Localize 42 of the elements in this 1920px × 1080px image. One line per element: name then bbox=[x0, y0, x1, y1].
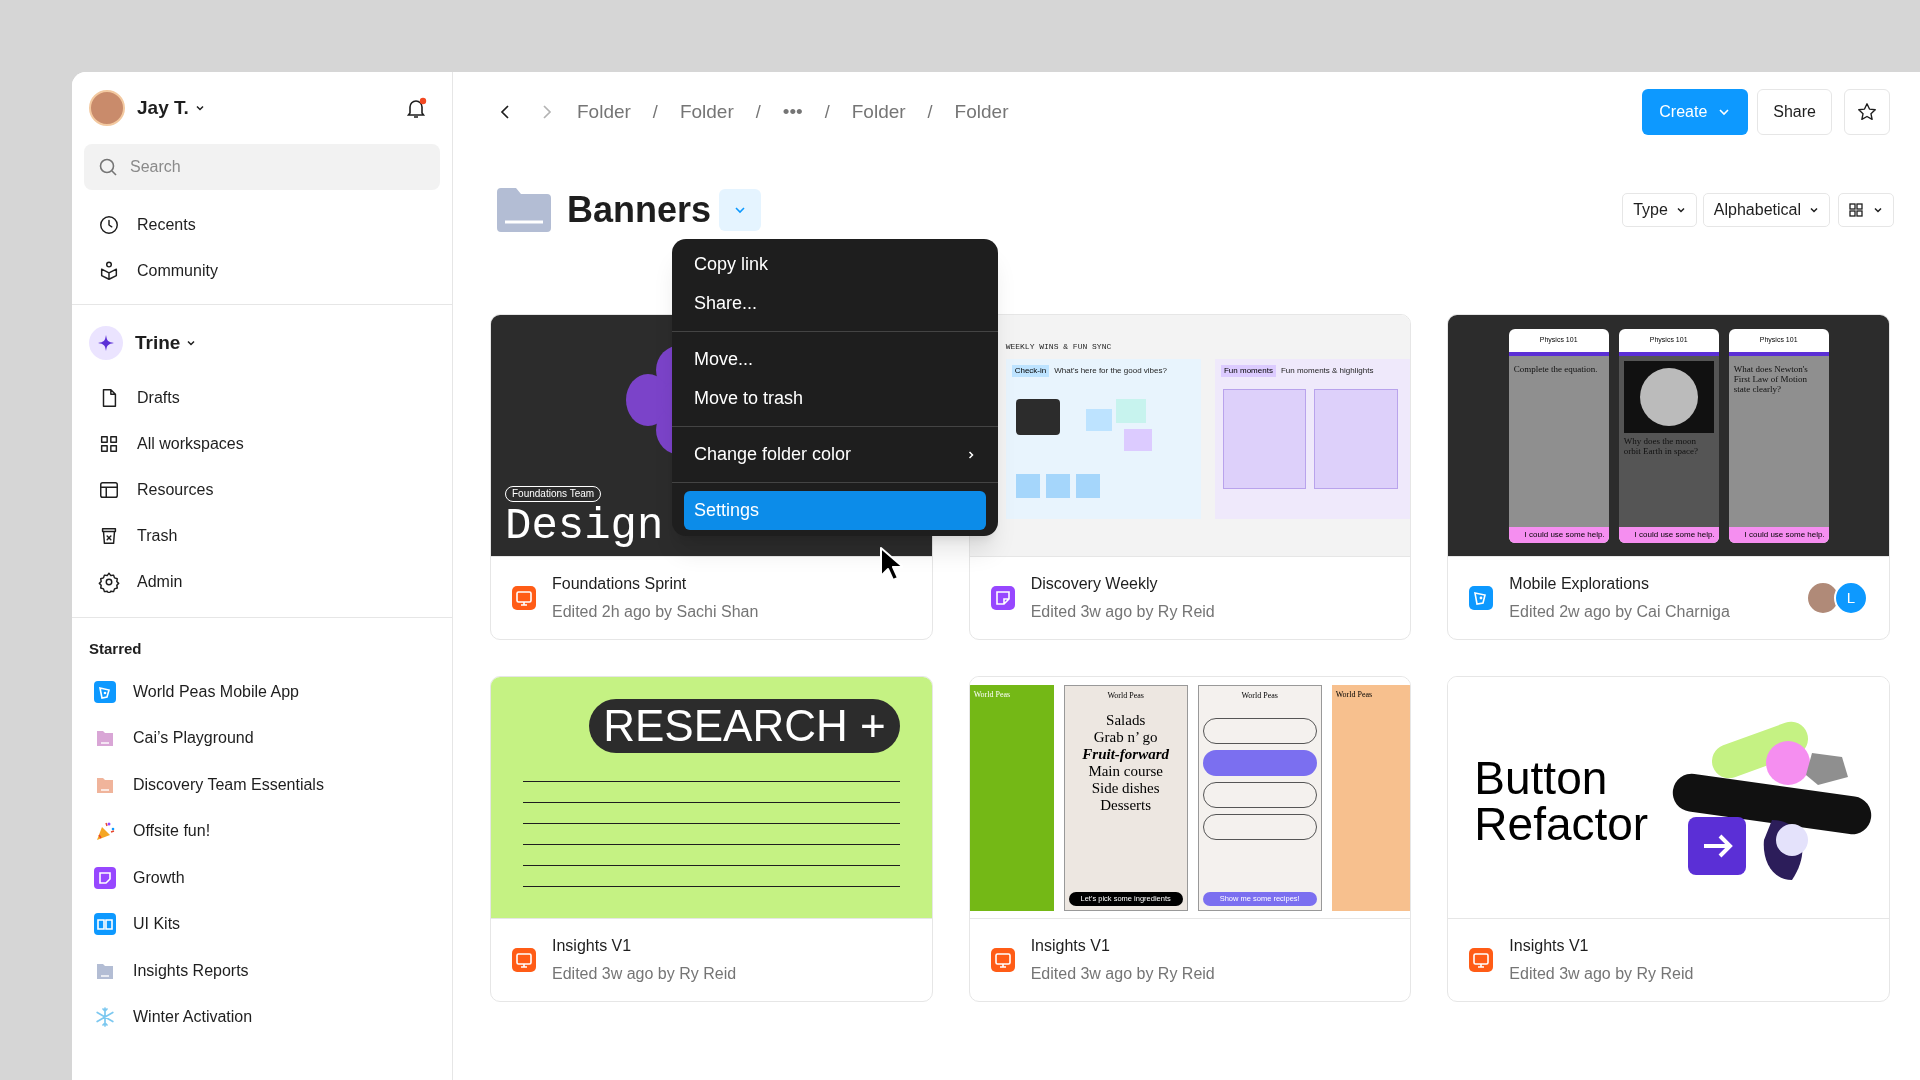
question-text: Complete the equation. bbox=[1513, 363, 1599, 374]
file-title: Discovery Weekly bbox=[1030, 574, 1159, 594]
file-meta: Edited 2h ago by Sachi Shan bbox=[552, 602, 759, 622]
file-meta: Edited 3w ago by Ry Reid bbox=[552, 964, 737, 984]
file-title: Insights V1 bbox=[552, 936, 633, 956]
folder-title: Banners bbox=[567, 188, 712, 232]
help-bar: I could use some help. bbox=[1508, 527, 1609, 543]
file-meta: Edited 3w ago by Ry Reid bbox=[1030, 964, 1215, 984]
research-label: RESEARCH + bbox=[589, 699, 900, 753]
brand-name: World Peas bbox=[1241, 690, 1278, 702]
file-title: Insights V1 bbox=[1030, 936, 1111, 956]
board-title: WEEKLY WINS & FUN SYNC bbox=[1005, 341, 1112, 353]
question-text: What does Newton's First Law of Motion state clearly? bbox=[1733, 363, 1809, 394]
file-meta: Edited 3w ago by Ry Reid bbox=[1030, 602, 1215, 622]
menu-text: Fruit-forward bbox=[1082, 746, 1169, 763]
thumbnail-heading: Design bbox=[505, 501, 664, 551]
section-tag: Check-in bbox=[1011, 365, 1050, 377]
brand-name: World Peas bbox=[973, 689, 1012, 701]
menu-text: Grab n’ go bbox=[1093, 729, 1158, 746]
menu-text: Main course bbox=[1088, 763, 1163, 780]
menu-text: Desserts bbox=[1100, 797, 1152, 814]
menu-text: Side dishes bbox=[1091, 780, 1160, 797]
breadcrumb-separator: / bbox=[824, 100, 830, 124]
section-tag: Fun moments bbox=[1221, 365, 1276, 377]
file-meta: Edited 3w ago by Ry Reid bbox=[1509, 964, 1694, 984]
help-bar: I could use some help. bbox=[1618, 527, 1719, 543]
file-title: Foundations Sprint bbox=[552, 574, 688, 594]
file-title: Mobile Explorations bbox=[1509, 574, 1650, 594]
section-heading: Starred bbox=[88, 639, 143, 659]
breadcrumb-separator: / bbox=[927, 100, 933, 124]
menu-text: Salads bbox=[1106, 712, 1146, 729]
breadcrumb-separator: / bbox=[755, 100, 761, 124]
file-meta: Edited 2w ago by Cai Charniga bbox=[1509, 602, 1730, 622]
brand-name: World Peas bbox=[1335, 689, 1374, 701]
thumbnail-heading: Button Refactor bbox=[1474, 755, 1650, 847]
help-bar: I could use some help. bbox=[1728, 527, 1829, 543]
file-title: Insights V1 bbox=[1509, 936, 1590, 956]
section-title: What's here for the good vibes? bbox=[1054, 365, 1167, 377]
avatar: L bbox=[1834, 581, 1868, 615]
section-title: Fun moments & highlights bbox=[1280, 365, 1374, 377]
breadcrumb-separator: / bbox=[652, 100, 658, 124]
brand-name: World Peas bbox=[1107, 690, 1144, 702]
